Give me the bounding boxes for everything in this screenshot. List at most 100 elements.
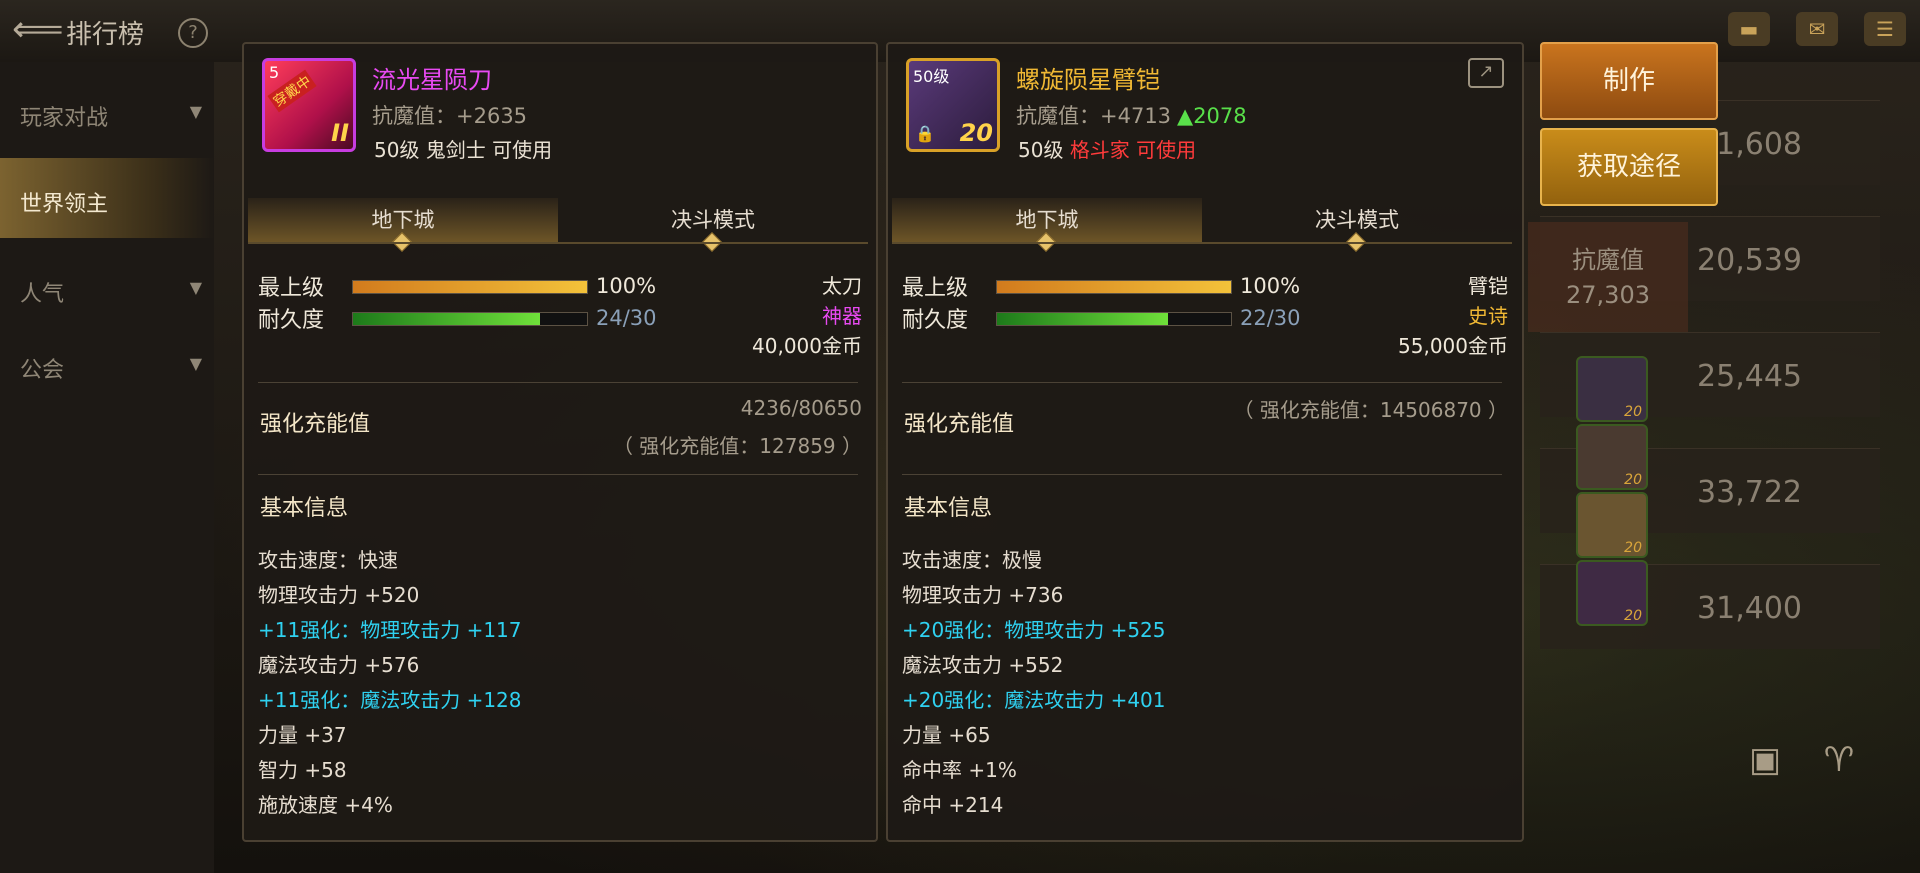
- stat-line: 攻击速度：极慢: [902, 548, 1042, 572]
- weapon-type: 太刀: [822, 274, 862, 298]
- durability-value: 24/30: [596, 306, 657, 330]
- armor-type: 臂铠: [1468, 274, 1508, 298]
- sidebar-item-label: 玩家对战: [20, 106, 109, 131]
- top-grade-value: 100%: [596, 274, 657, 298]
- sword-icon: 5 穿戴中 II: [262, 58, 356, 152]
- stat-line: 智力 +58: [258, 758, 347, 782]
- trophy-icon[interactable]: ♈: [1814, 740, 1864, 784]
- rarity: 神器: [822, 304, 862, 328]
- tab-duel[interactable]: 决斗模式: [1202, 198, 1512, 252]
- enhance-level: 20: [959, 119, 993, 147]
- gauntlet-icon: 50级 🔒 20: [906, 58, 1000, 152]
- sidebar-item-label: 人气: [20, 282, 65, 307]
- enhance-total: （ 强化充能值：14506870 ）: [1233, 398, 1508, 422]
- durability-value: 22/30: [1240, 306, 1301, 330]
- enhance-progress: 4236/80650: [740, 396, 862, 420]
- help-icon[interactable]: ?: [178, 18, 208, 48]
- icon-level: 5: [269, 63, 280, 82]
- tab-divider: [892, 242, 1512, 244]
- stat-line: 命中 +214: [902, 793, 1004, 817]
- stat-line: 施放速度 +4%: [258, 793, 393, 817]
- chest-icon[interactable]: ▣: [1740, 740, 1790, 784]
- equipped-item-panel: 5 穿戴中 II 流光星陨刀 抗魔值：+2635 50级 鬼剑士 可使用 地下城…: [242, 42, 878, 842]
- mode-tabs: 地下城 决斗模式: [248, 198, 868, 252]
- resist-summary-value: 27,303: [1566, 281, 1650, 309]
- chat-icon[interactable]: ☰: [1864, 12, 1906, 46]
- stat-line: 魔法攻击力 +552: [902, 653, 1064, 677]
- lock-icon: 🔒: [915, 124, 935, 143]
- price: 55,000金币: [1398, 334, 1508, 358]
- top-grade-bar: [996, 280, 1232, 294]
- top-grade-label: 最上级: [902, 276, 969, 301]
- resist-value: 抗魔值：+2635: [372, 104, 528, 128]
- treasure-chest-icon[interactable]: ▬: [1728, 12, 1770, 46]
- stat-line: +11强化：魔法攻击力 +128: [258, 688, 522, 712]
- item-requirement: 50级 格斗家 可使用: [1018, 138, 1197, 162]
- top-grade-label: 最上级: [258, 276, 325, 301]
- top-grade-bar: [352, 280, 588, 294]
- sidebar-item-world-boss[interactable]: 世界领主: [0, 158, 214, 238]
- item-requirement: 50级 鬼剑士 可使用: [374, 138, 553, 162]
- price: 40,000金币: [752, 334, 862, 358]
- equipment-thumb[interactable]: 20: [1576, 560, 1648, 626]
- sidebar-item-label: 公会: [20, 358, 65, 383]
- enhance-total: （ 强化充能值：127859 ）: [612, 434, 862, 458]
- basic-info-title: 基本信息: [260, 496, 349, 521]
- enhance-title: 强化充能值: [260, 412, 371, 437]
- top-right-icons: ▬ ✉ ☰: [1728, 12, 1906, 46]
- stat-line: 物理攻击力 +736: [902, 583, 1064, 607]
- stat-line: 力量 +37: [258, 723, 347, 747]
- equipment-thumb[interactable]: 20: [1576, 492, 1648, 558]
- resist-summary: 抗魔值 27,303: [1528, 222, 1688, 332]
- durability-bar: [352, 312, 588, 326]
- sidebar-item-guild[interactable]: 公会 ▼: [0, 324, 214, 404]
- durability-bar: [996, 312, 1232, 326]
- craft-button[interactable]: 制作: [1540, 42, 1718, 120]
- stat-line: 攻击速度：快速: [258, 548, 398, 572]
- enhance-title: 强化充能值: [904, 412, 1015, 437]
- item-name: 螺旋陨星臂铠: [1016, 66, 1160, 94]
- item-name: 流光星陨刀: [372, 66, 492, 94]
- equipment-thumb[interactable]: 20: [1576, 424, 1648, 490]
- resist-up: ▲2078: [1177, 104, 1247, 128]
- tab-divider: [248, 242, 868, 244]
- resist-value: 抗魔值：+4713 ▲2078: [1016, 104, 1247, 128]
- sidebar-item-popularity[interactable]: 人气 ▼: [0, 248, 214, 328]
- resist-summary-label: 抗魔值: [1572, 246, 1644, 274]
- mail-icon[interactable]: ✉: [1796, 12, 1838, 46]
- share-icon[interactable]: ↗: [1468, 58, 1504, 88]
- sidebar-item-pvp[interactable]: 玩家对战 ▼: [0, 72, 214, 152]
- mode-tabs: 地下城 决斗模式: [892, 198, 1512, 252]
- chevron-down-icon: ▼: [189, 102, 202, 121]
- chevron-down-icon: ▼: [189, 278, 202, 297]
- tab-duel[interactable]: 决斗模式: [558, 198, 868, 252]
- divider: [258, 382, 858, 383]
- chevron-down-icon: ▼: [189, 354, 202, 373]
- icon-rank: II: [331, 119, 349, 147]
- divider: [258, 474, 858, 475]
- basic-info-title: 基本信息: [904, 496, 993, 521]
- sidebar: 玩家对战 ▼ 世界领主 人气 ▼ 公会 ▼: [0, 62, 214, 873]
- stat-line: +20强化：魔法攻击力 +401: [902, 688, 1166, 712]
- divider: [902, 474, 1502, 475]
- stat-line: 物理攻击力 +520: [258, 583, 420, 607]
- bottom-right-icons: ▣ ♈: [1740, 740, 1864, 784]
- stat-line: 魔法攻击力 +576: [258, 653, 420, 677]
- durability-label: 耐久度: [258, 308, 325, 333]
- back-arrow-icon[interactable]: ⟸: [12, 12, 64, 48]
- obtain-source-button[interactable]: 获取途径: [1540, 128, 1718, 206]
- stat-line: 命中率 +1%: [902, 758, 1017, 782]
- icon-level: 50级: [913, 67, 950, 86]
- tab-dungeon[interactable]: 地下城: [892, 198, 1202, 252]
- divider: [902, 382, 1502, 383]
- stat-line: +20强化：物理攻击力 +525: [902, 618, 1166, 642]
- stat-line: 力量 +65: [902, 723, 991, 747]
- compare-item-panel: 50级 🔒 20 螺旋陨星臂铠 抗魔值：+4713 ▲2078 50级 格斗家 可…: [886, 42, 1524, 842]
- page-title: 排行榜: [66, 20, 145, 50]
- equipment-thumb[interactable]: 20: [1576, 356, 1648, 422]
- stat-line: +11强化：物理攻击力 +117: [258, 618, 522, 642]
- rarity: 史诗: [1468, 304, 1508, 328]
- top-grade-value: 100%: [1240, 274, 1301, 298]
- tab-dungeon[interactable]: 地下城: [248, 198, 558, 252]
- sidebar-item-label: 世界领主: [20, 192, 109, 217]
